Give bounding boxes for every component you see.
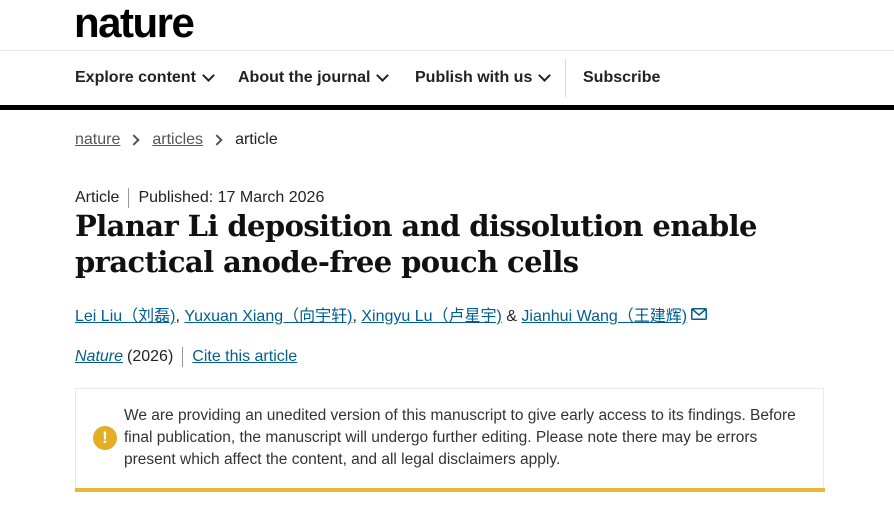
author-link[interactable]: Xingyu Lu（卢星宇) [361,308,502,325]
chevron-down-icon [202,68,215,82]
nav-about-journal[interactable]: About the journal [238,51,390,105]
cite-this-article-link[interactable]: Cite this article [192,348,297,366]
chevron-down-icon [538,68,552,82]
citation-line: Nature (2026) Cite this article [75,347,297,367]
article-type: Article [75,189,120,206]
early-access-notice: ! We are providing an unedited version o… [75,388,824,488]
article-meta: Article Published: 17 March 2026 [75,188,324,208]
notice-accent-bar [75,488,825,492]
nature-logo[interactable]: nature [74,1,195,45]
publication-year: (2026) [127,348,174,365]
breadcrumb: nature articles article [75,131,278,149]
breadcrumb-current: article [235,131,278,148]
author-link[interactable]: Yuxuan Xiang（向宇轩) [184,308,352,325]
published-date: Published: 17 March 2026 [138,189,325,206]
author-and: & [501,308,522,325]
chevron-right-icon [128,134,141,146]
meta-divider [128,188,130,208]
mail-icon[interactable] [691,307,708,325]
exclamation-icon: ! [93,426,117,450]
nav-explore-content[interactable]: Explore content [75,51,215,105]
nav-publish-label: Publish with us [415,69,533,86]
journal-link[interactable]: Nature [75,348,123,366]
author-link[interactable]: Lei Liu（刘磊) [75,308,175,325]
chevron-down-icon [376,68,390,82]
chevron-right-icon [211,134,223,146]
subscribe-label: Subscribe [583,69,661,86]
citation-divider [182,347,184,367]
author-list: Lei Liu（刘磊), Yuxuan Xiang（向宇轩), Xingyu L… [75,302,708,326]
subscribe-button[interactable]: Subscribe [583,51,660,105]
nav-bottom-border [0,105,894,110]
breadcrumb-articles-link[interactable]: articles [152,131,203,149]
notice-text: We are providing an unedited version of … [124,407,796,468]
breadcrumb-nature-link[interactable]: nature [75,131,120,149]
nav-divider [565,59,566,97]
nav-explore-content-label: Explore content [75,69,196,86]
nav-about-journal-label: About the journal [238,69,371,86]
article-title: Planar Li deposition and dissolution ena… [75,209,757,279]
nav-publish-with-us[interactable]: Publish with us [415,51,552,105]
author-link[interactable]: Jianhui Wang（王建辉) [521,308,687,325]
main-nav: Explore content About the journal Publis… [0,51,894,105]
